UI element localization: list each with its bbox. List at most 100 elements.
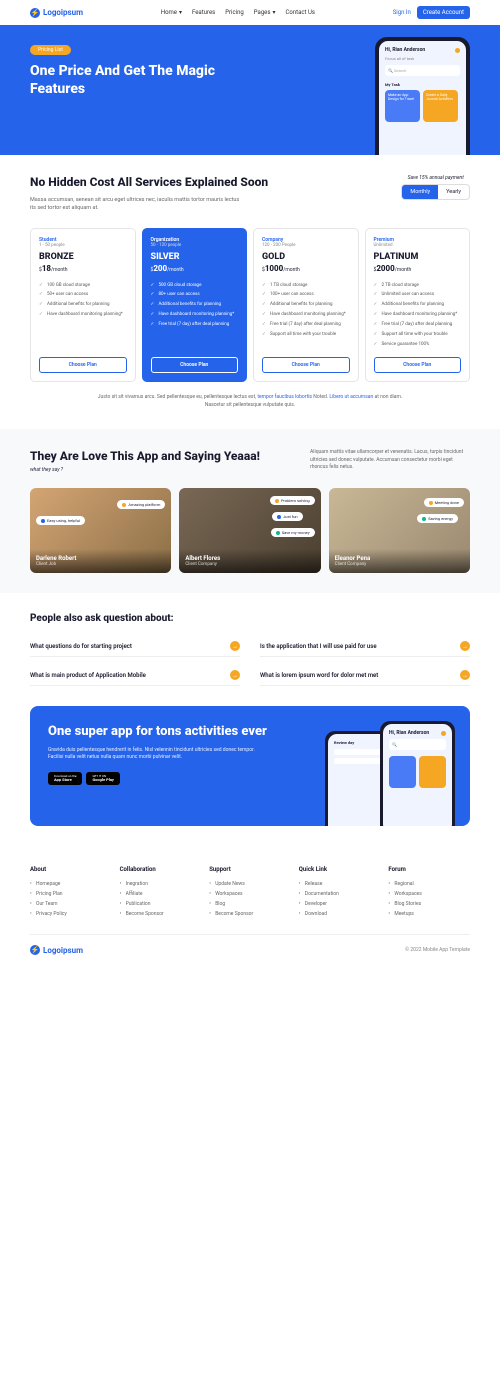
footer-col-title: Forum: [388, 866, 470, 873]
faq-question: What is main product of Application Mobi…: [30, 672, 146, 679]
yearly-toggle[interactable]: Yearly: [438, 185, 469, 199]
plan-silver: Organization 50 - 120 people SILVER $200…: [142, 228, 248, 383]
plan-name: SILVER: [151, 252, 239, 262]
plan-features: 100 GB cloud storage50+ user can accessA…: [39, 281, 127, 350]
plan-people: Unlimited: [374, 243, 462, 248]
footer-col: Collaboration InegrationAffiliatePublicat…: [120, 866, 202, 919]
bubble: Easy using, helpful: [36, 516, 85, 525]
choose-plan-button[interactable]: Choose Plan: [374, 357, 462, 373]
choose-plan-button[interactable]: Choose Plan: [262, 357, 350, 373]
footer-col: About HomepagePricing PlanOur TeamPrivacy…: [30, 866, 112, 919]
footer-link[interactable]: Publication: [120, 899, 202, 909]
plan-feature: 80+ user can access: [151, 290, 239, 300]
bubble: Amazing platform: [117, 500, 165, 509]
faq-question: What is lorem ipsum word for dolor met m…: [260, 672, 378, 679]
footer-col-title: Quick Link: [299, 866, 381, 873]
footer-link[interactable]: Meetups: [388, 909, 470, 919]
footer-link[interactable]: Blog Stories: [388, 899, 470, 909]
nav-pages[interactable]: Pages ▾: [254, 9, 276, 16]
faq-question: What questions do for starting project: [30, 643, 132, 650]
footer-link[interactable]: Workspaces: [388, 889, 470, 899]
faq-item[interactable]: What is lorem ipsum word for dolor met m…: [260, 665, 470, 686]
logo-icon: ⚡: [30, 945, 40, 955]
plan-feature: Free trial (7 day) after deal planning: [374, 320, 462, 330]
footer-link[interactable]: Update News: [209, 879, 291, 889]
logo[interactable]: ⚡ Logoipsum: [30, 8, 83, 18]
arrow-icon: →: [230, 641, 240, 651]
footer-link[interactable]: Inegration: [120, 879, 202, 889]
chevron-down-icon: ▾: [179, 9, 182, 16]
footer-link[interactable]: Our Team: [30, 899, 112, 909]
footer-link[interactable]: Blog: [209, 899, 291, 909]
monthly-toggle[interactable]: Monthly: [402, 185, 438, 199]
pricing-section: No Hidden Cost All Services Explained So…: [0, 155, 500, 429]
plan-feature: Support all time with your trouble: [374, 330, 462, 340]
plan-feature: Free trial (7 day) after deal planning: [262, 320, 350, 330]
plan-features: 500 GB cloud storage80+ user can accessA…: [151, 281, 239, 350]
footer-link[interactable]: Download: [299, 909, 381, 919]
plan-feature: Have dashboard monitoring planning*: [39, 310, 127, 320]
footer-logo[interactable]: ⚡ Logoipsum: [30, 945, 83, 955]
play-store-button[interactable]: GET IT ONGoogle Play: [86, 772, 120, 786]
nav-home[interactable]: Home ▾: [161, 9, 182, 16]
plan-people: 1 - 50 people: [39, 243, 127, 248]
footer-link[interactable]: Regional: [388, 879, 470, 889]
sign-in-link[interactable]: Sign In: [393, 9, 411, 16]
footnote-link-1[interactable]: tempor faucibus lobortis: [257, 394, 312, 400]
nav-contact[interactable]: Contact Us: [285, 9, 314, 16]
plan-feature: Additional benefits for planning: [262, 300, 350, 310]
footer-link[interactable]: Developer: [299, 899, 381, 909]
footer-link[interactable]: Become Sponsor: [209, 909, 291, 919]
faq-item[interactable]: Is the application that I will use paid …: [260, 636, 470, 657]
footer-col: Forum RegionalWorkspacesBlog StoriesMeetu…: [388, 866, 470, 919]
plan-price: $2000/month: [374, 264, 462, 273]
faq-section: People also ask question about: What que…: [0, 593, 500, 706]
testimonial-card: Problem solving Just fun Save my money A…: [179, 488, 320, 573]
plan-platinum: Premium Unlimited PLATINUM $2000/month 2…: [365, 228, 471, 383]
footnote-link-2[interactable]: Libero ut accumsan: [329, 394, 373, 400]
plan-feature: 2 TB cloud storage: [374, 281, 462, 291]
plan-people: 120 - 200 People: [262, 243, 350, 248]
app-store-button[interactable]: Download on theApp Store: [48, 772, 82, 786]
bubble: Meeting done: [424, 498, 464, 507]
create-account-button[interactable]: Create Account: [417, 6, 470, 19]
task-card-1: Make an App Design for Travel: [385, 90, 420, 122]
nav-features[interactable]: Features: [192, 9, 215, 16]
faq-item[interactable]: What questions do for starting project →: [30, 636, 240, 657]
faq-item[interactable]: What is main product of Application Mobi…: [30, 665, 240, 686]
footer-link[interactable]: Documentation: [299, 889, 381, 899]
footer-link[interactable]: Homepage: [30, 879, 112, 889]
header: ⚡ Logoipsum Home ▾ Features Pricing Page…: [0, 0, 500, 25]
arrow-icon: →: [230, 670, 240, 680]
footer-col: Quick Link ReleaseDocumentationDeveloperD…: [299, 866, 381, 919]
footer-link[interactable]: Workspaces: [209, 889, 291, 899]
plan-feature: Additional benefits for planning: [151, 300, 239, 310]
nav-pricing[interactable]: Pricing: [225, 9, 244, 16]
testimonial-card: Amazing platform Easy using, helpful Dar…: [30, 488, 171, 573]
footer-link[interactable]: Affiliate: [120, 889, 202, 899]
plan-people: 50 - 120 people: [151, 243, 239, 248]
plan-features: 2 TB cloud storageUnlimited user can acc…: [374, 281, 462, 350]
plan-price: $18/month: [39, 264, 127, 273]
footer-link[interactable]: Pricing Plan: [30, 889, 112, 899]
chevron-down-icon: ▾: [272, 9, 275, 16]
task-card-2: Create a Daily Journal Activities: [423, 90, 458, 122]
pricing-pill: Pricing List: [30, 45, 71, 55]
hero: Pricing List One Price And Get The Magic…: [0, 25, 500, 155]
footer-col-title: About: [30, 866, 112, 873]
footer-link[interactable]: Privacy Policy: [30, 909, 112, 919]
choose-plan-button[interactable]: Choose Plan: [39, 357, 127, 373]
footer-col-title: Collaboration: [120, 866, 202, 873]
cta-phones: Review day Hi, Rian Anderson🔍: [325, 721, 455, 826]
choose-plan-button[interactable]: Choose Plan: [151, 357, 239, 373]
plan-name: GOLD: [262, 252, 350, 262]
footer-link[interactable]: Release: [299, 879, 381, 889]
plan-feature: Additional benefits for planning: [39, 300, 127, 310]
billing-toggle: Monthly Yearly: [401, 184, 470, 200]
footer-link[interactable]: Become Sponsor: [120, 909, 202, 919]
hero-title: One Price And Get The Magic Features: [30, 63, 250, 98]
faq-question: Is the application that I will use paid …: [260, 643, 377, 650]
footnote: Justo sit sit vivamus arcu. Sed pellente…: [95, 394, 405, 409]
testimonial-card: Meeting done Saving energy Eleanor PenaC…: [329, 488, 470, 573]
plan-feature: Have dashboard monitoring planning*: [151, 310, 239, 320]
